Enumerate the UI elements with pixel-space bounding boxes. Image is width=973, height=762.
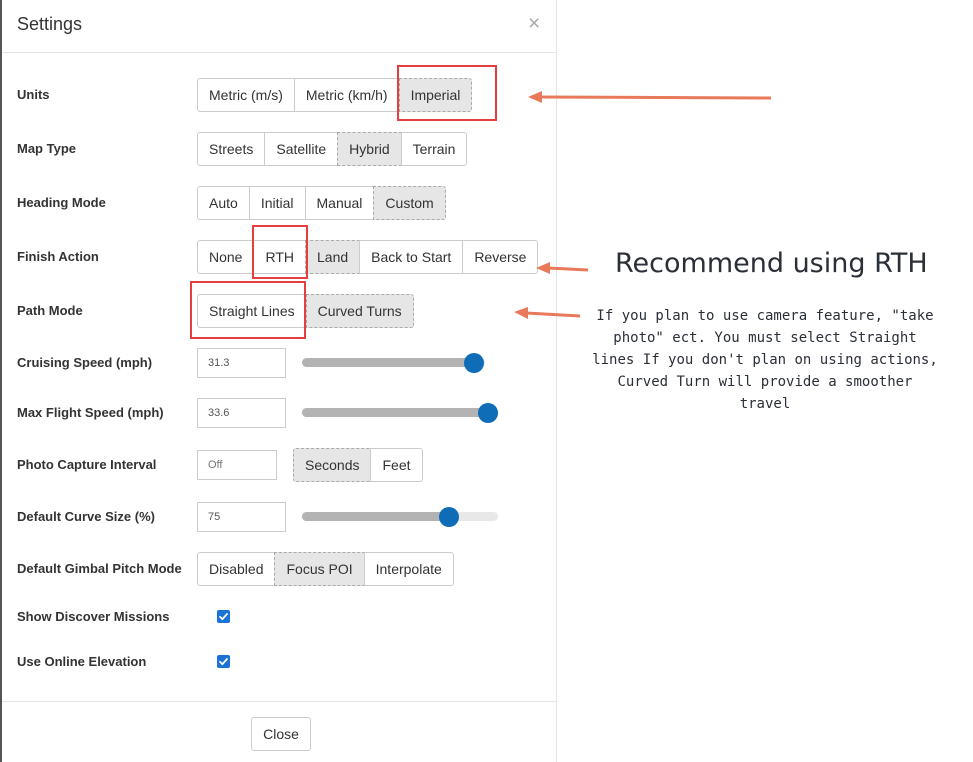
path-mode-option-curved-turns[interactable]: Curved Turns xyxy=(305,294,414,328)
cruising-speed-slider[interactable] xyxy=(302,353,485,373)
gimbal-pitch-label: Default Gimbal Pitch Mode xyxy=(17,561,182,576)
finish-action-option-none[interactable]: None xyxy=(197,240,255,274)
photo-capture-unit-group: Seconds Feet xyxy=(293,448,423,482)
max-flight-speed-input[interactable] xyxy=(197,398,286,428)
gimbal-pitch-option-interpolate[interactable]: Interpolate xyxy=(363,552,454,586)
heading-mode-button-group: Auto Initial Manual Custom xyxy=(197,186,446,220)
curve-size-label: Default Curve Size (%) xyxy=(17,509,155,524)
finish-action-option-back-to-start[interactable]: Back to Start xyxy=(359,240,464,274)
units-option-metric-kmh[interactable]: Metric (km/h) xyxy=(293,78,400,112)
finish-action-option-land[interactable]: Land xyxy=(305,240,361,274)
units-option-metric-ms[interactable]: Metric (m/s) xyxy=(197,78,295,112)
map-type-option-satellite[interactable]: Satellite xyxy=(264,132,339,166)
cruising-speed-input[interactable] xyxy=(197,348,286,378)
map-type-option-terrain[interactable]: Terrain xyxy=(400,132,468,166)
dialog-footer-divider xyxy=(2,701,556,702)
cruising-speed-label: Cruising Speed (mph) xyxy=(17,355,153,370)
finish-action-label: Finish Action xyxy=(17,249,99,264)
show-discover-checkbox[interactable] xyxy=(217,610,230,623)
highlight-box-imperial xyxy=(397,65,497,121)
checkmark-icon xyxy=(219,658,228,666)
max-flight-speed-slider[interactable] xyxy=(302,403,498,423)
gimbal-pitch-option-focus-poi[interactable]: Focus POI xyxy=(274,552,365,586)
show-discover-label: Show Discover Missions xyxy=(17,609,170,624)
photo-capture-option-feet[interactable]: Feet xyxy=(370,448,423,482)
checkmark-icon xyxy=(219,613,228,621)
slider-thumb[interactable] xyxy=(439,507,459,527)
heading-mode-option-auto[interactable]: Auto xyxy=(197,186,250,220)
map-type-button-group: Streets Satellite Hybrid Terrain xyxy=(197,132,468,166)
heading-mode-label: Heading Mode xyxy=(17,195,106,210)
photo-capture-option-seconds[interactable]: Seconds xyxy=(293,448,372,482)
curve-size-slider[interactable] xyxy=(302,507,498,527)
dialog-header: Settings × xyxy=(2,0,556,53)
online-elevation-label: Use Online Elevation xyxy=(17,654,147,669)
dialog-title: Settings xyxy=(17,14,83,34)
online-elevation-checkbox[interactable] xyxy=(217,655,230,668)
slider-fill xyxy=(302,358,474,367)
close-icon[interactable]: × xyxy=(528,13,540,35)
arrow-to-imperial xyxy=(528,91,772,103)
units-label: Units xyxy=(17,87,50,102)
finish-action-button-group: None RTH Land Back to Start Reverse xyxy=(197,240,539,274)
heading-mode-option-manual[interactable]: Manual xyxy=(304,186,375,220)
photo-capture-label: Photo Capture Interval xyxy=(17,457,157,472)
map-type-label: Map Type xyxy=(17,141,76,156)
photo-capture-input[interactable] xyxy=(197,450,277,480)
slider-thumb[interactable] xyxy=(464,353,484,373)
slider-fill xyxy=(302,512,449,521)
path-mode-label: Path Mode xyxy=(17,303,83,318)
highlight-box-straight-lines xyxy=(190,281,306,339)
annotation-body: If you plan to use camera feature, "take… xyxy=(592,308,938,412)
close-button[interactable]: Close xyxy=(251,717,311,751)
finish-action-option-reverse[interactable]: Reverse xyxy=(462,240,539,274)
slider-thumb[interactable] xyxy=(478,403,498,423)
gimbal-pitch-button-group: Disabled Focus POI Interpolate xyxy=(197,552,454,586)
heading-mode-option-custom[interactable]: Custom xyxy=(373,186,446,220)
curve-size-input[interactable] xyxy=(197,502,286,532)
map-type-option-streets[interactable]: Streets xyxy=(197,132,266,166)
annotation-title: Recommend using RTH xyxy=(615,248,928,279)
map-type-option-hybrid[interactable]: Hybrid xyxy=(337,132,402,166)
slider-fill xyxy=(302,408,498,417)
max-flight-speed-label: Max Flight Speed (mph) xyxy=(17,405,164,420)
heading-mode-option-initial[interactable]: Initial xyxy=(248,186,306,220)
gimbal-pitch-option-disabled[interactable]: Disabled xyxy=(197,552,276,586)
highlight-box-rth xyxy=(252,225,308,279)
